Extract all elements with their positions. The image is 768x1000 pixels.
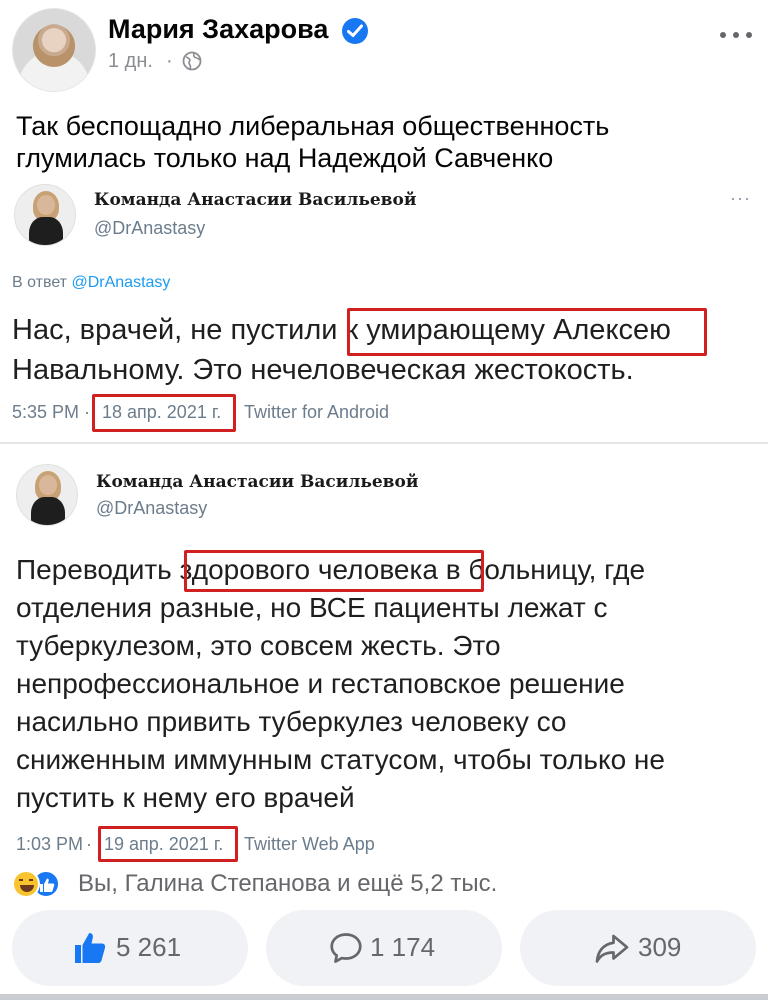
share-icon <box>595 934 629 963</box>
post-header: Мария Захарова 1 дн. · <box>0 0 768 100</box>
tweet-author-name: Команда Анастасии Васильевой <box>94 190 417 210</box>
globe-icon <box>182 51 202 71</box>
reply-prefix: В ответ <box>12 274 68 291</box>
comment-icon <box>330 933 362 963</box>
tweet-time: 5:35 PM <box>12 402 80 422</box>
tweet-divider <box>0 442 768 444</box>
highlight-box <box>347 308 707 356</box>
meta-dot: · <box>86 834 92 854</box>
share-count: 309 <box>638 932 682 962</box>
author-name[interactable]: Мария Захарова <box>108 14 328 45</box>
more-options-icon[interactable] <box>716 22 756 46</box>
post-text-line: Так беспощадно либеральная общественност… <box>16 111 610 141</box>
tweet-body-line: насильно привить туберкулез человеку со <box>16 706 567 737</box>
reply-mention: @DrAnastasy <box>71 274 171 291</box>
time-separator: · <box>166 50 173 72</box>
bottom-separator <box>0 994 768 1000</box>
embedded-tweet-screenshot[interactable]: Команда Анастасии Васильевой @DrAnastasy… <box>0 180 768 862</box>
tweet-author-name: Команда Анастасии Васильевой <box>96 472 419 492</box>
like-count: 5 261 <box>116 932 182 962</box>
thumbs-up-icon <box>75 933 106 963</box>
reply-to-line: В ответ @DrAnastasy <box>12 274 170 292</box>
reactions-text[interactable]: Вы, Галина Степанова и ещё 5,2 тыс. <box>78 870 497 898</box>
comment-count: 1 174 <box>370 932 436 962</box>
action-bar: 5 261 1 174 309 <box>0 910 768 986</box>
highlight-box <box>98 826 238 862</box>
like-button[interactable]: 5 261 <box>12 910 248 986</box>
tweet-avatar <box>14 184 76 246</box>
highlight-box <box>92 394 236 432</box>
tweet-body-line: пустить к нему его врачей <box>16 782 355 813</box>
tweet-handle: @DrAnastasy <box>94 218 206 238</box>
haha-reaction-icon <box>12 870 40 898</box>
tweet-source: Twitter for Android <box>244 402 390 422</box>
tweet-body-line: непрофессиональное и гестаповское решени… <box>16 668 625 699</box>
tweet-body-line: отделения разные, но ВСЕ пациенты лежат … <box>16 592 608 623</box>
post-text: Так беспощадно либеральная общественност… <box>16 110 756 174</box>
meta-dot: · <box>84 402 90 422</box>
post-timestamp[interactable]: 1 дн. <box>108 50 153 73</box>
tweet-avatar <box>16 464 78 526</box>
tweet-source: Twitter Web App <box>244 834 375 854</box>
tweet-body-line: сниженным иммунным статусом, чтобы тольк… <box>16 744 665 775</box>
comment-button[interactable]: 1 174 <box>266 910 502 986</box>
tweet-time: 1:03 PM <box>16 834 84 854</box>
reactions-summary[interactable]: Вы, Галина Степанова и ещё 5,2 тыс. <box>12 868 756 900</box>
highlight-box <box>184 550 484 592</box>
tweet-body: Переводить здорового человека в больницу… <box>16 554 760 824</box>
tweet-handle: @DrAnastasy <box>96 498 208 518</box>
post-text-line: глумилась только над Надеждой Савченко <box>16 143 554 173</box>
tweet-body-line: туберкулезом, это совсем жесть. Это <box>16 630 501 661</box>
share-button[interactable]: 309 <box>520 910 756 986</box>
tweet-body-line: Навальному. Это нечеловеческая жестокост… <box>12 354 634 386</box>
tweet-more-icon: ··· <box>730 188 751 208</box>
verified-badge-icon <box>342 18 368 44</box>
author-avatar[interactable] <box>12 8 96 92</box>
